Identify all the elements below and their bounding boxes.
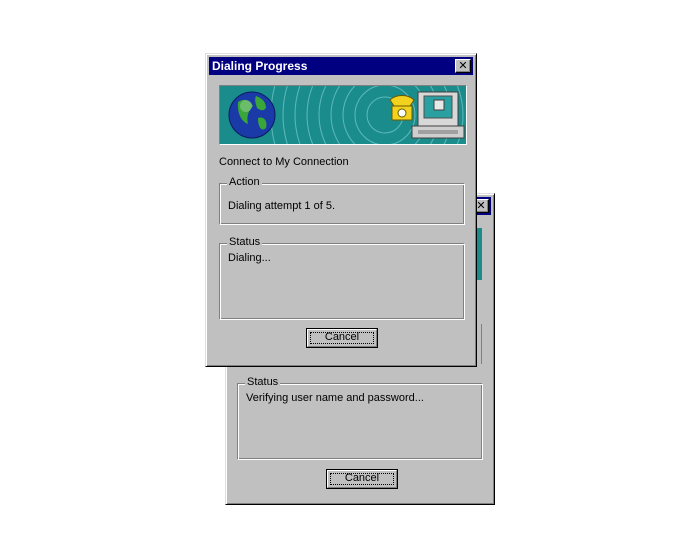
action-group: Action Dialing attempt 1 of 5.: [219, 176, 465, 225]
computer-phone-icon: [389, 91, 465, 139]
dialing-progress-dialog: Dialing Progress ✕ Connect to My Connect…: [205, 53, 477, 367]
back-status-legend: Status: [245, 376, 281, 388]
status-legend: Status: [227, 236, 263, 248]
status-text: Dialing...: [228, 252, 271, 264]
banner-art: [228, 86, 465, 144]
dialog-title: Dialing Progress: [212, 59, 308, 73]
connect-label: Connect to My Connection: [219, 156, 349, 168]
back-status-group: Status Verifying user name and password.…: [237, 376, 483, 460]
dial-banner: [219, 85, 467, 145]
close-button[interactable]: ✕: [455, 59, 471, 73]
back-status-text: Verifying user name and password...: [246, 392, 424, 404]
status-group: Status Dialing...: [219, 236, 465, 320]
dialog-title-bar: Dialing Progress ✕: [209, 57, 473, 75]
cancel-button[interactable]: Cancel: [306, 328, 378, 348]
back-cancel-button[interactable]: Cancel: [326, 469, 398, 489]
action-legend: Action: [227, 176, 262, 188]
action-text: Dialing attempt 1 of 5.: [228, 200, 336, 212]
globe-icon: [228, 91, 276, 139]
